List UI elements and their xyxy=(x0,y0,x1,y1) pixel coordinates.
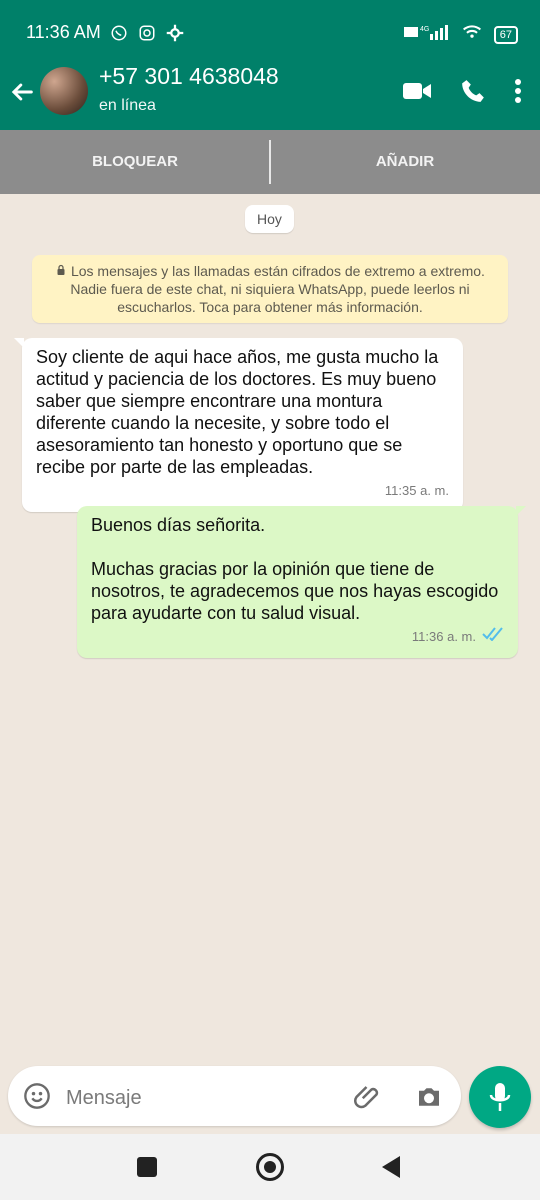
lock-icon xyxy=(55,263,71,279)
double-check-icon xyxy=(482,626,504,648)
avatar[interactable] xyxy=(40,67,88,115)
message-meta: 11:35 a. m. xyxy=(36,480,449,502)
message-time: 11:35 a. m. xyxy=(384,483,449,498)
incoming-message[interactable]: Soy cliente de aqui hace años, me gusta … xyxy=(14,338,463,512)
contact-title[interactable]: +57 301 4638048 xyxy=(99,63,279,90)
chat-area[interactable]: Hoy Los mensajes y las llamadas están ci… xyxy=(0,194,540,1134)
add-contact-button[interactable]: AÑADIR xyxy=(270,130,540,194)
mic-icon xyxy=(489,1083,511,1111)
message-time: 11:36 a. m. xyxy=(411,629,476,644)
header-actions xyxy=(402,78,522,109)
outgoing-message[interactable]: Buenos días señorita. Muchas gracias por… xyxy=(77,506,526,658)
video-call-icon[interactable] xyxy=(402,80,432,107)
message-line-1: Buenos días señorita. xyxy=(91,515,266,535)
status-right: 4G 67 xyxy=(403,24,518,45)
settings-icon xyxy=(166,24,184,47)
signal-icon: 4G xyxy=(403,24,450,45)
system-nav-bar xyxy=(0,1134,540,1200)
message-composer: Mensaje xyxy=(8,1066,461,1126)
instagram-icon xyxy=(138,24,156,47)
contact-status: en línea xyxy=(99,97,156,114)
more-vert-icon[interactable] xyxy=(514,78,522,109)
encryption-notice-text: Los mensajes y las llamadas están cifrad… xyxy=(70,263,485,315)
phone-call-icon[interactable] xyxy=(460,78,486,109)
camera-icon[interactable] xyxy=(414,1082,444,1117)
block-button[interactable]: BLOQUEAR xyxy=(0,130,270,194)
chat-header: +57 301 4638048 en línea xyxy=(0,63,540,130)
encryption-notice[interactable]: Los mensajes y las llamadas están cifrad… xyxy=(32,255,508,323)
mic-button[interactable] xyxy=(469,1066,531,1128)
emoji-icon[interactable] xyxy=(23,1082,51,1115)
back-nav-icon[interactable] xyxy=(382,1156,400,1178)
message-text: Soy cliente de aqui hace años, me gusta … xyxy=(36,347,439,477)
date-divider: Hoy xyxy=(245,205,294,233)
back-arrow-icon[interactable] xyxy=(8,78,36,111)
contact-action-bar: BLOQUEAR AÑADIR xyxy=(0,130,540,194)
message-meta: 11:36 a. m. xyxy=(91,626,504,648)
attach-icon[interactable] xyxy=(354,1082,384,1117)
home-icon[interactable] xyxy=(256,1153,284,1181)
message-input[interactable]: Mensaje xyxy=(66,1087,142,1110)
status-time: 11:36 AM xyxy=(26,22,101,42)
status-bar: 11:36 AM 4G 67 xyxy=(0,0,540,64)
network-type: 4G xyxy=(420,26,429,33)
recent-apps-icon[interactable] xyxy=(137,1157,157,1177)
whatsapp-icon xyxy=(110,24,128,47)
message-line-2: Muchas gracias por la opinión que tiene … xyxy=(91,559,499,623)
status-app-icons xyxy=(110,24,184,47)
battery-icon: 67 xyxy=(493,25,518,44)
wifi-icon xyxy=(462,24,482,45)
